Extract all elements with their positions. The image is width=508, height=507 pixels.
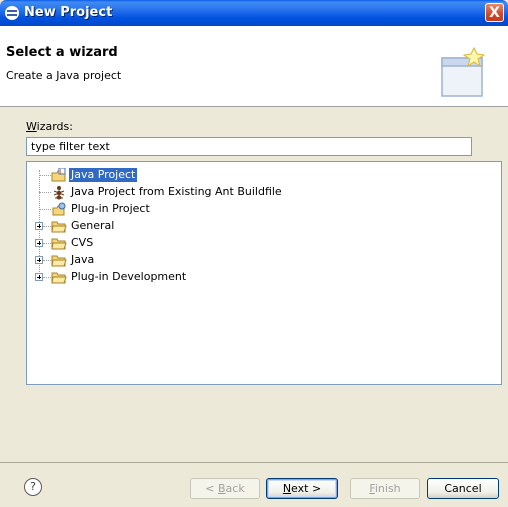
new-project-dialog: New Project X Select a wizard Create a J… — [0, 0, 508, 507]
close-button[interactable]: X — [485, 3, 504, 22]
tree-item-general[interactable]: General — [27, 218, 497, 235]
tree-item-plugin-project[interactable]: Plug-in Project — [27, 201, 497, 218]
cancel-button[interactable]: Cancel — [427, 478, 499, 499]
tree-item-label: Java Project from Existing Ant Buildfile — [71, 185, 282, 198]
folder-icon — [51, 221, 67, 233]
folder-icon — [51, 272, 67, 284]
back-button[interactable]: < Back — [190, 478, 260, 499]
tree-item-java-project[interactable]: J Java Project — [27, 167, 497, 184]
next-button[interactable]: Next > — [266, 478, 338, 499]
window-title: New Project — [24, 5, 113, 20]
tree-item-label: Plug-in Project — [71, 202, 150, 215]
tree-item-label: Java Project — [69, 168, 138, 182]
java-project-icon: J — [51, 168, 66, 182]
new-wizard-icon — [441, 46, 486, 97]
tree-item-label: Java — [71, 253, 95, 266]
tree-item-cvs[interactable]: CVS — [27, 235, 497, 252]
eclipse-icon — [5, 6, 19, 20]
tree-item-label: General — [71, 219, 115, 232]
svg-text:J: J — [59, 169, 61, 175]
wizards-label: Wizards: — [26, 120, 73, 133]
page-description: Create a Java project — [6, 69, 122, 82]
title-bar[interactable]: New Project X — [0, 0, 508, 26]
expand-icon[interactable] — [35, 273, 43, 281]
expand-icon[interactable] — [35, 222, 43, 230]
finish-button[interactable]: Finish — [350, 478, 420, 499]
tree-item-label: Plug-in Development — [71, 270, 187, 283]
expand-icon[interactable] — [35, 256, 43, 264]
tree-item-label: CVS — [71, 236, 94, 249]
filter-input[interactable] — [26, 137, 472, 156]
page-title: Select a wizard — [6, 45, 118, 60]
folder-icon — [51, 255, 67, 267]
ant-icon — [53, 186, 65, 200]
expand-icon[interactable] — [35, 239, 43, 247]
help-button[interactable]: ? — [24, 478, 42, 496]
tree-item-plugin-development[interactable]: Plug-in Development — [27, 269, 497, 286]
plugin-project-icon — [52, 202, 66, 216]
wizard-header: Select a wizard Create a Java project — [0, 26, 508, 107]
wizard-tree[interactable]: J Java Project Java Project from Existin… — [26, 161, 502, 385]
tree-item-java-project-from-ant[interactable]: Java Project from Existing Ant Buildfile — [27, 184, 497, 201]
button-bar-separator — [0, 462, 508, 463]
tree-item-java[interactable]: Java — [27, 252, 497, 269]
folder-icon — [51, 238, 67, 250]
